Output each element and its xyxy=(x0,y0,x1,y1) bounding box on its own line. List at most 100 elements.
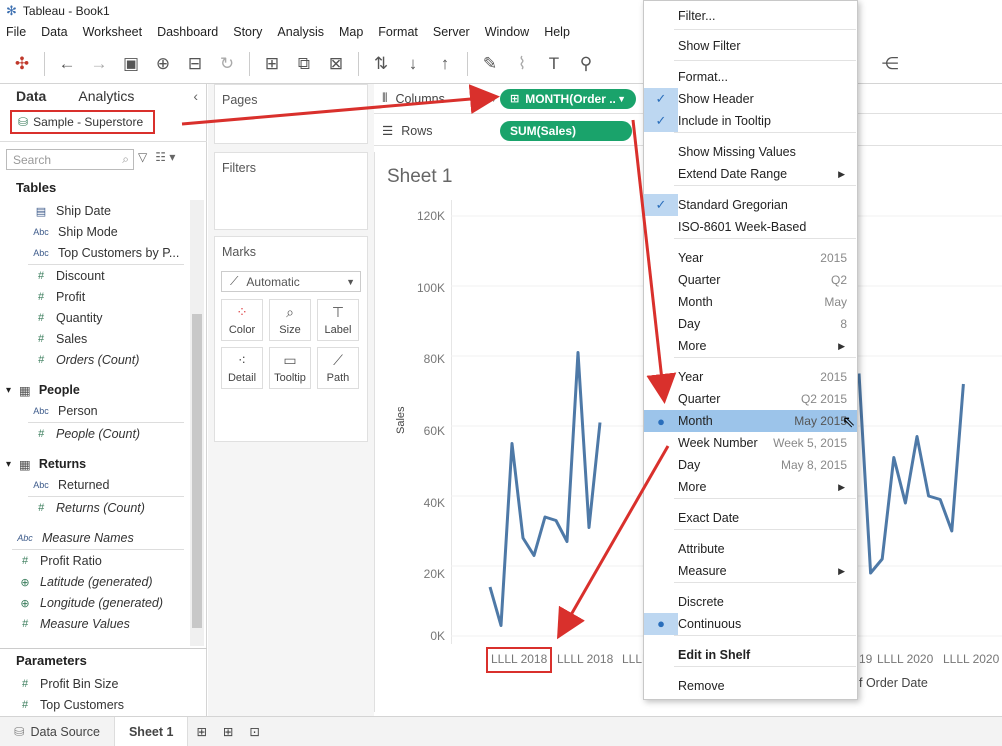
menu-window[interactable]: Window xyxy=(485,25,529,39)
marks-tooltip-button[interactable]: ▭ Tooltip xyxy=(269,347,311,389)
menu-item-show-header[interactable]: ✓ Show Header xyxy=(644,88,857,110)
back-arrow-icon[interactable]: ← xyxy=(53,50,81,78)
menu-item-quarter[interactable]: Quarter Q2 xyxy=(644,269,857,291)
field-returns-count[interactable]: # Returns (Count) xyxy=(34,499,145,517)
marks-size-button[interactable]: ⌕ Size xyxy=(269,299,311,341)
new-worksheet-icon[interactable]: ⊞ xyxy=(188,717,214,746)
menu-map[interactable]: Map xyxy=(339,25,363,39)
marks-label-button[interactable]: ⊤ Label xyxy=(317,299,359,341)
new-worksheet-icon[interactable]: ⊞ xyxy=(258,50,286,78)
menu-item-week-number[interactable]: Week Number Week 5, 2015 xyxy=(644,432,857,454)
new-story-icon[interactable]: ⊡ xyxy=(241,717,267,746)
tab-sheet-1[interactable]: Sheet 1 xyxy=(113,716,189,746)
param-top-customers[interactable]: # Top Customers xyxy=(18,696,124,714)
sort-descending-icon[interactable]: ↑ xyxy=(431,50,459,78)
pages-card[interactable]: Pages xyxy=(214,84,368,144)
menu-item-year[interactable]: Year 2015 xyxy=(644,366,857,388)
collapse-pane-icon[interactable]: ‹ xyxy=(193,88,206,104)
new-dashboard-icon[interactable]: ⊞ xyxy=(215,717,241,746)
menu-item-format[interactable]: Format... xyxy=(644,66,857,88)
scrollbar-thumb[interactable] xyxy=(192,314,202,628)
tab-data[interactable]: Data xyxy=(0,88,62,104)
menu-dashboard[interactable]: Dashboard xyxy=(157,25,218,39)
field-sales[interactable]: # Sales xyxy=(34,330,87,348)
menu-worksheet[interactable]: Worksheet xyxy=(83,25,143,39)
highlight-icon[interactable]: ✎ xyxy=(476,50,504,78)
new-datasource-icon[interactable]: ⊕ xyxy=(149,50,177,78)
field-ship-date[interactable]: ▤ Ship Date xyxy=(34,202,111,220)
menu-item-show-filter[interactable]: Show Filter xyxy=(644,35,857,57)
field-profit[interactable]: # Profit xyxy=(34,288,85,306)
marks-detail-button[interactable]: ⁖ Detail xyxy=(221,347,263,389)
forward-arrow-icon[interactable]: → xyxy=(85,50,113,78)
menu-item-discrete[interactable]: Discrete xyxy=(644,591,857,613)
data-pane-scrollbar[interactable] xyxy=(190,200,204,646)
group-icon[interactable]: ⌇ xyxy=(508,50,536,78)
columns-pill-month-order-date[interactable]: ⊞ MONTH(Order .. ▼ xyxy=(500,88,636,109)
menu-item-iso-8601-week-based[interactable]: ISO-8601 Week-Based xyxy=(644,216,857,238)
share-icon[interactable]: ⋲ xyxy=(876,50,904,78)
menu-item-day[interactable]: Day 8 xyxy=(644,313,857,335)
menu-file[interactable]: File xyxy=(6,25,26,39)
clear-sheet-icon[interactable]: ⊠ xyxy=(322,50,350,78)
refresh-icon[interactable]: ↻ xyxy=(213,50,241,78)
menu-item-extend-date-range[interactable]: Extend Date Range ▶ xyxy=(644,163,857,185)
menu-analysis[interactable]: Analysis xyxy=(277,25,324,39)
sales-line-segment-right[interactable] xyxy=(857,373,965,575)
menu-item-filter[interactable]: Filter... xyxy=(644,5,857,27)
param-profit-bin-size[interactable]: # Profit Bin Size xyxy=(18,675,119,693)
tab-data-source[interactable]: ⛁ Data Source xyxy=(0,717,114,746)
menu-item-quarter[interactable]: Quarter Q2 2015 xyxy=(644,388,857,410)
menu-item-measure[interactable]: Measure ▶ xyxy=(644,560,857,582)
filter-funnel-icon[interactable]: ▽ xyxy=(138,150,147,164)
menu-item-exact-date[interactable]: Exact Date xyxy=(644,507,857,529)
menu-item-include-in-tooltip[interactable]: ✓ Include in Tooltip xyxy=(644,110,857,132)
duplicate-sheet-icon[interactable]: ⧉ xyxy=(290,50,318,78)
field-ship-mode[interactable]: Abc Ship Mode xyxy=(32,223,118,241)
view-options-icon[interactable]: ☷ ▾ xyxy=(155,150,175,164)
menu-item-edit-in-shelf[interactable]: Edit in Shelf xyxy=(644,644,857,666)
menu-item-more[interactable]: More ▶ xyxy=(644,335,857,357)
table-returns[interactable]: ▾ ▦ Returns xyxy=(6,455,86,473)
sort-ascending-icon[interactable]: ↓ xyxy=(399,50,427,78)
menu-item-standard-gregorian[interactable]: ✓ Standard Gregorian xyxy=(644,194,857,216)
menu-item-show-missing-values[interactable]: Show Missing Values xyxy=(644,141,857,163)
menu-item-remove[interactable]: Remove xyxy=(644,675,857,697)
marks-color-button[interactable]: ⁘ Color xyxy=(221,299,263,341)
menu-item-year[interactable]: Year 2015 xyxy=(644,247,857,269)
save-icon[interactable]: ▣ xyxy=(117,50,145,78)
field-latitude[interactable]: ⊕ Latitude (generated) xyxy=(18,573,152,591)
datasource-item[interactable]: ⛁ Sample - Superstore xyxy=(10,110,155,134)
field-profit-ratio[interactable]: # Profit Ratio xyxy=(18,552,102,570)
tableau-home-icon[interactable]: ✣ xyxy=(8,50,36,78)
labels-icon[interactable]: T xyxy=(540,50,568,78)
field-longitude[interactable]: ⊕ Longitude (generated) xyxy=(18,594,163,612)
menu-item-month[interactable]: Month May xyxy=(644,291,857,313)
menu-format[interactable]: Format xyxy=(378,25,418,39)
menu-item-continuous[interactable]: ● Continuous xyxy=(644,613,857,635)
field-people-count[interactable]: # People (Count) xyxy=(34,425,140,443)
filters-card[interactable]: Filters xyxy=(214,152,368,230)
field-person[interactable]: Abc Person xyxy=(32,402,97,420)
tab-analytics[interactable]: Analytics xyxy=(62,88,150,104)
menu-item-more[interactable]: More ▶ xyxy=(644,476,857,498)
field-orders-count[interactable]: # Orders (Count) xyxy=(34,351,139,369)
sales-line-segment-left[interactable] xyxy=(488,351,602,627)
menu-server[interactable]: Server xyxy=(433,25,470,39)
menu-item-month[interactable]: ● Month May 2015 xyxy=(644,410,857,432)
swap-icon[interactable]: ⇅ xyxy=(367,50,395,78)
marks-path-button[interactable]: ⟋ Path xyxy=(317,347,359,389)
pause-updates-icon[interactable]: ⊟ xyxy=(181,50,209,78)
menu-item-attribute[interactable]: Attribute xyxy=(644,538,857,560)
rows-pill-sum-sales[interactable]: SUM(Sales) xyxy=(500,120,632,141)
field-measure-values[interactable]: # Measure Values xyxy=(18,615,130,633)
menu-story[interactable]: Story xyxy=(233,25,262,39)
pin-icon[interactable]: ⚲ xyxy=(572,50,600,78)
table-people[interactable]: ▾ ▦ People xyxy=(6,381,80,399)
search-input[interactable]: Search ⌕ xyxy=(6,149,134,170)
field-discount[interactable]: # Discount xyxy=(34,267,105,285)
mark-type-dropdown[interactable]: ⟋ Automatic ▼ xyxy=(221,271,361,292)
menu-help[interactable]: Help xyxy=(544,25,570,39)
menu-data[interactable]: Data xyxy=(41,25,67,39)
field-top-customers[interactable]: Abc Top Customers by P... xyxy=(32,244,179,262)
